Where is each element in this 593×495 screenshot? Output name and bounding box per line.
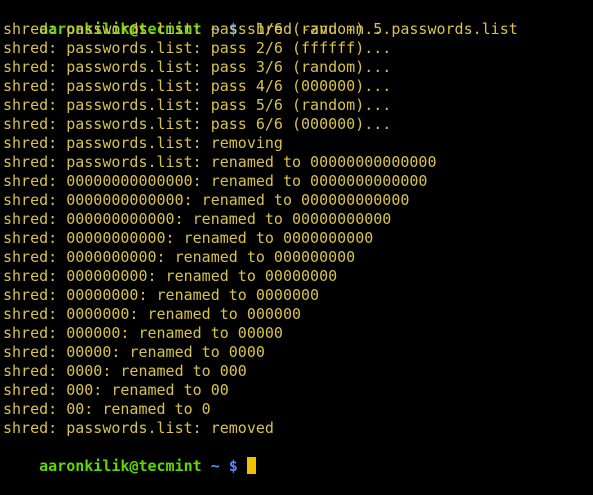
- output-line: shred: passwords.list: removed: [3, 419, 274, 437]
- output-line: shred: 00: renamed to 0: [3, 400, 211, 418]
- output-line: shred: 0000000: renamed to 000000: [3, 305, 302, 323]
- output-line: shred: 000000000: renamed to 00000000: [3, 267, 338, 285]
- output-line: shred: 00000000000: renamed to 000000000…: [3, 229, 374, 247]
- output-line: shred: 000000000000: renamed to 00000000…: [3, 210, 392, 228]
- terminal-window[interactable]: aaronkilik@tecmint ~ $ shred -zvu -n 5 p…: [0, 0, 593, 475]
- prompt-user-host: aaronkilik@tecmint: [39, 457, 202, 475]
- output-line: shred: passwords.list: pass 5/6 (random)…: [3, 96, 392, 114]
- output-line: shred: 00000: renamed to 0000: [3, 343, 265, 361]
- text-cursor[interactable]: [246, 457, 256, 474]
- output-line: shred: passwords.list: renamed to 000000…: [3, 153, 437, 171]
- active-prompt-line[interactable]: aaronkilik@tecmint ~ $: [3, 438, 593, 475]
- output-line: shred: 0000: renamed to 000: [3, 362, 247, 380]
- output-line: shred: passwords.list: pass 3/6 (random)…: [3, 58, 392, 76]
- output-line: shred: passwords.list: pass 6/6 (000000)…: [3, 115, 392, 133]
- output-line: shred: 000000: renamed to 00000: [3, 324, 283, 342]
- output-line: shred: 000: renamed to 00: [3, 381, 229, 399]
- output-line: shred: 00000000000000: renamed to 000000…: [3, 172, 428, 190]
- command-line: aaronkilik@tecmint ~ $ shred -zvu -n 5 p…: [3, 1, 593, 38]
- output-line: shred: 00000000: renamed to 0000000: [3, 286, 320, 304]
- output-line: shred: passwords.list: removing: [3, 134, 283, 152]
- output-line: shred: 0000000000: renamed to 000000000: [3, 248, 356, 266]
- prompt-symbol: $: [228, 457, 238, 475]
- output-line: shred: 0000000000000: renamed to 0000000…: [3, 191, 410, 209]
- prompt-path: ~: [210, 457, 220, 475]
- output-line: shred: passwords.list: pass 2/6 (ffffff)…: [3, 39, 392, 57]
- output-line: shred: passwords.list: pass 4/6 (000000)…: [3, 77, 392, 95]
